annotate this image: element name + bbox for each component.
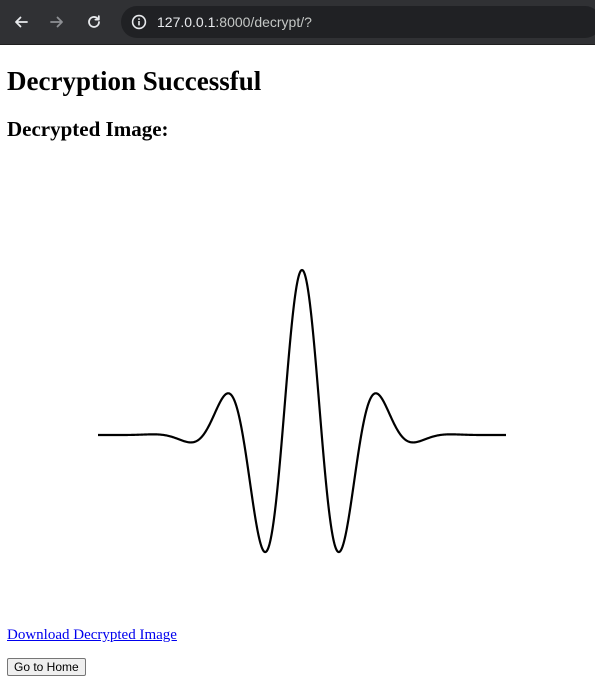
forward-button[interactable] <box>45 10 69 34</box>
reload-icon <box>88 15 100 28</box>
page-content: Decryption Successful Decrypted Image: D… <box>0 45 595 696</box>
back-button[interactable] <box>9 10 33 34</box>
url-text[interactable]: 127.0.0.1:8000/decrypt/? <box>157 6 312 38</box>
url-host: 127.0.0.1 <box>157 14 216 30</box>
home-button[interactable]: Go to Home <box>7 658 86 676</box>
site-info-button[interactable] <box>127 10 151 34</box>
image-heading: Decrypted Image: <box>7 117 169 141</box>
forward-arrow-icon <box>50 16 63 28</box>
address-bar[interactable]: 127.0.0.1:8000/decrypt/? <box>121 6 595 38</box>
decrypted-image-drawing <box>97 268 507 554</box>
wavelet-line <box>97 268 507 554</box>
url-path: :8000/decrypt/? <box>215 14 312 30</box>
back-arrow-icon <box>15 16 28 28</box>
download-image-link[interactable]: Download Decrypted Image <box>7 625 177 645</box>
browser-toolbar: 127.0.0.1:8000/decrypt/? <box>0 0 595 45</box>
decrypted-image <box>0 162 595 622</box>
reload-button[interactable] <box>82 10 106 34</box>
info-icon <box>131 14 147 30</box>
page-title: Decryption Successful <box>7 66 262 96</box>
